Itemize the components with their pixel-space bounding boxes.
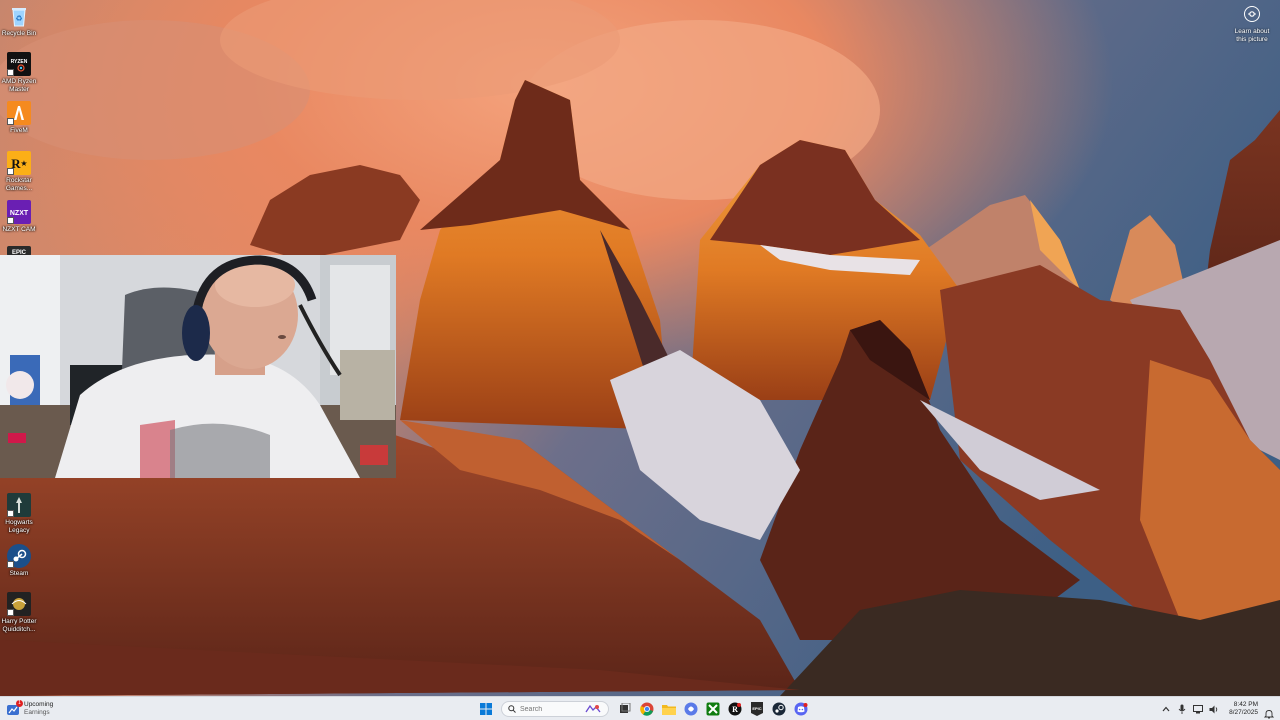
volume-button[interactable] — [1209, 704, 1219, 714]
chevron-up-icon — [1162, 706, 1170, 712]
discord-icon — [794, 702, 807, 716]
svg-text:EPIC: EPIC — [752, 706, 761, 711]
hogwarts-legacy-icon — [7, 493, 31, 517]
stock-widget-icon: 1 — [6, 700, 23, 716]
recycle-bin-icon: ♻ — [7, 4, 31, 28]
svg-text:★: ★ — [20, 159, 27, 168]
desktop-icon-harry-potter-quidditch[interactable]: Harry Potter Quidditch... — [0, 592, 38, 633]
chrome-icon — [639, 702, 653, 716]
file-explorer-icon — [661, 705, 676, 715]
rockstar-launcher-button[interactable]: R — [725, 700, 744, 719]
chatgpt-button[interactable] — [681, 700, 700, 719]
search-highlight-icon — [585, 704, 601, 713]
svg-text:♻: ♻ — [15, 14, 22, 23]
notification-badge: 1 — [16, 700, 23, 707]
notifications-button[interactable] — [1263, 704, 1275, 719]
webcam-feed-image — [0, 255, 396, 478]
desktop-icon-label: AMD Ryzen Master — [1, 78, 37, 93]
learn-about-picture-label: Learn about this picture — [1234, 28, 1270, 43]
clock-button[interactable]: 8:42 PM 8/27/2025 — [1229, 701, 1258, 717]
desktop-icon-label: NZXT CAM — [2, 226, 36, 233]
task-view-button[interactable] — [615, 700, 634, 719]
weather-widget[interactable]: 1 Upcoming Earnings — [6, 700, 53, 718]
clock-time: 8:42 PM — [1233, 701, 1258, 708]
svg-text:RYZEN: RYZEN — [11, 59, 28, 65]
desktop-icon-label: Hogwarts Legacy — [5, 519, 33, 534]
steam-taskbar-icon — [772, 702, 785, 716]
show-hidden-icons-button[interactable] — [1161, 704, 1171, 714]
steam-button[interactable] — [769, 700, 788, 719]
xbox-button[interactable] — [703, 700, 722, 719]
ryzen-icon: RYZEN — [7, 52, 31, 76]
task-view-icon — [619, 703, 630, 713]
desktop-icon-fivem[interactable]: FiveM — [0, 101, 38, 135]
file-explorer-button[interactable] — [659, 700, 678, 719]
rockstar-icon: R ★ — [7, 151, 31, 175]
xbox-icon — [706, 702, 719, 716]
epic-games-button[interactable]: EPIC — [747, 700, 766, 719]
taskbar: 1 Upcoming Earnings R — [0, 696, 1280, 720]
network-icon — [1193, 704, 1204, 713]
search-icon — [508, 705, 516, 713]
quidditch-icon — [7, 592, 31, 616]
clock-date: 8/27/2025 — [1229, 709, 1258, 716]
microphone-icon — [1178, 704, 1186, 714]
steam-icon — [7, 544, 31, 568]
start-icon — [479, 703, 492, 715]
camera-icon — [1244, 6, 1260, 22]
widget-line-2: Earnings — [24, 709, 50, 716]
search-input[interactable] — [520, 705, 576, 713]
taskbar-search[interactable] — [501, 701, 609, 717]
microphone-button[interactable] — [1177, 704, 1187, 714]
start-button[interactable] — [476, 700, 495, 719]
desktop-icon-hogwarts-legacy[interactable]: Hogwarts Legacy — [0, 493, 38, 534]
network-button[interactable] — [1193, 704, 1204, 714]
desktop-icon-nzxt-cam[interactable]: NZXT NZXT CAM — [0, 200, 38, 234]
desktop-icon-steam[interactable]: Steam — [0, 544, 38, 578]
widget-line-1: Upcoming — [24, 701, 54, 708]
learn-about-picture-button[interactable]: Learn about this picture — [1230, 6, 1274, 43]
chrome-button[interactable] — [637, 700, 656, 719]
discord-button[interactable] — [791, 700, 810, 719]
fivem-icon — [7, 101, 31, 125]
desktop-icon-recycle-bin[interactable]: ♻ Recycle Bin — [0, 4, 38, 38]
bell-icon — [1263, 710, 1275, 719]
desktop-icon-rockstar-games[interactable]: R ★ Rockstar Games... — [0, 151, 38, 192]
webcam-overlay — [0, 255, 396, 478]
rockstar-launcher-icon: R — [728, 702, 741, 716]
svg-text:R: R — [732, 705, 738, 714]
desktop-icon-label: Recycle Bin — [1, 30, 37, 37]
nzxt-icon: NZXT — [7, 200, 31, 224]
desktop-icon-label: Rockstar Games... — [5, 177, 33, 192]
chatgpt-icon — [684, 702, 697, 716]
svg-text:NZXT: NZXT — [10, 210, 29, 217]
desktop-icon-amd-ryzen-master[interactable]: RYZEN AMD Ryzen Master — [0, 52, 38, 93]
desktop-icon-label: FiveM — [10, 127, 28, 134]
system-tray: 8:42 PM 8/27/2025 — [1161, 697, 1275, 720]
volume-icon — [1209, 705, 1218, 713]
epic-games-icon: EPIC — [750, 702, 763, 716]
taskbar-center: R EPIC — [476, 697, 810, 720]
desktop-icon-label: Harry Potter Quidditch... — [1, 618, 37, 633]
desktop-icon-label: Steam — [9, 570, 29, 577]
